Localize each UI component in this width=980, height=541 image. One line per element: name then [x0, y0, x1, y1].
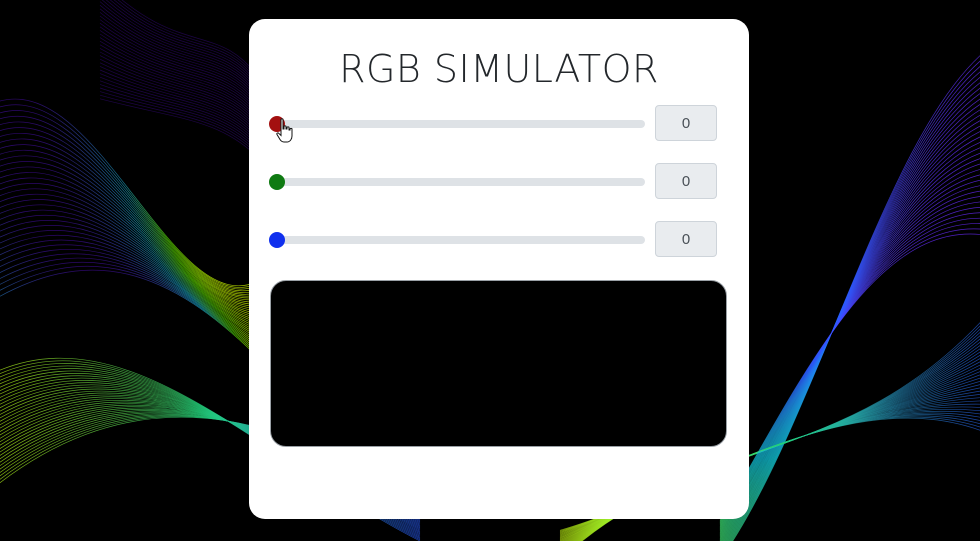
green-slider-thumb[interactable] [269, 174, 285, 190]
green-slider-track[interactable] [277, 178, 645, 186]
red-slider-row: 0 [269, 104, 719, 144]
page-title: RGB SIMULATOR [339, 47, 659, 91]
red-slider-track[interactable] [277, 120, 645, 128]
green-slider-row: 0 [269, 162, 719, 202]
blue-slider-row: 0 [269, 220, 719, 260]
green-value-field[interactable]: 0 [655, 163, 717, 199]
blue-slider-track[interactable] [277, 236, 645, 244]
red-value-field[interactable]: 0 [655, 105, 717, 141]
hand-pointer-icon [276, 118, 293, 143]
simulator-card: RGB SIMULATOR 0 0 0 [249, 19, 749, 519]
blue-value-field[interactable]: 0 [655, 221, 717, 257]
color-preview [270, 280, 727, 447]
blue-slider-thumb[interactable] [269, 232, 285, 248]
